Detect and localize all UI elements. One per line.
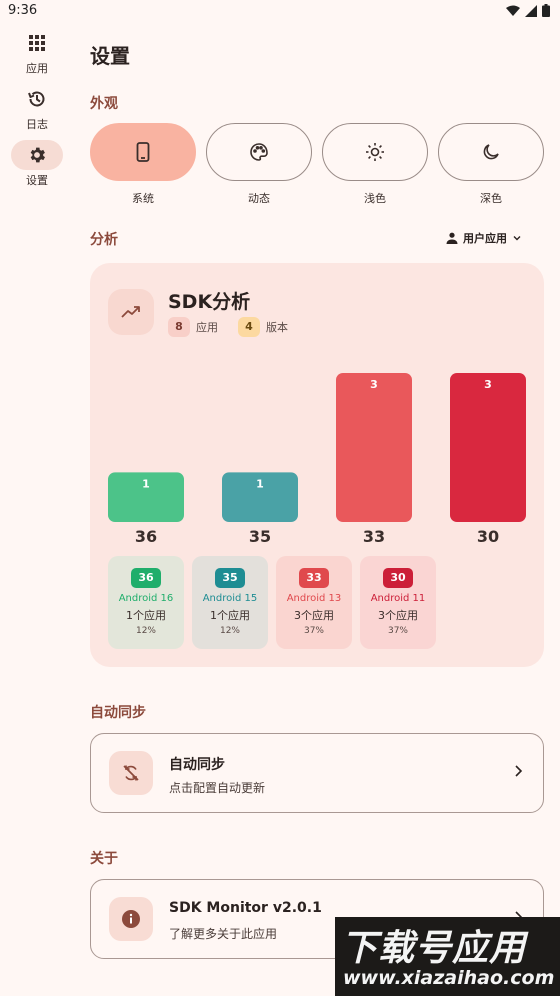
theme-dynamic-button[interactable] <box>206 123 312 181</box>
android-version-label: Android 11 <box>370 593 426 604</box>
app-filter-label: 用户应用 <box>463 232 507 245</box>
nav-item-apps-indicator <box>11 28 63 58</box>
status-bar: 9:36 <box>0 0 560 24</box>
theme-system-label: 系统 <box>132 192 154 205</box>
chevron-right-icon <box>515 765 523 777</box>
nav-item-logs[interactable]: 日志 <box>10 84 64 134</box>
page-title: 设置 <box>90 44 130 68</box>
theme-dynamic-label: 动态 <box>248 192 270 205</box>
android-version-label: Android 13 <box>286 593 342 604</box>
palette-icon <box>250 143 268 161</box>
chevron-down-icon <box>513 236 521 241</box>
android-version-label: Android 16 <box>118 593 174 604</box>
status-time: 9:36 <box>8 3 38 18</box>
nav-item-label: 日志 <box>26 118 48 131</box>
percent-label: 12% <box>219 626 240 636</box>
sdk-analysis-card: SDK分析 8 应用 4 版本 1 36 1 35 3 33 3 30 36 Android 1… <box>90 263 544 667</box>
sun-icon <box>366 143 384 161</box>
app-count-label: 1个应用 <box>126 609 166 622</box>
theme-light-button[interactable] <box>322 123 428 181</box>
auto-sync-subtitle: 点击配置自动更新 <box>169 781 266 795</box>
moon-icon <box>483 144 499 160</box>
auto-sync-section-title: 自动同步 <box>90 705 146 721</box>
percent-label: 37% <box>387 626 408 636</box>
sdk-legend-card-35: 35 Android 15 1个应用 12% <box>192 556 268 649</box>
nav-item-settings-indicator <box>11 140 63 170</box>
nav-item-label: 设置 <box>26 174 48 187</box>
info-icon-box <box>109 897 153 941</box>
phone-icon <box>136 142 150 162</box>
theme-dark-label: 深色 <box>480 192 502 205</box>
gear-icon <box>30 147 45 163</box>
bar-value-label: 1 <box>142 477 150 490</box>
person-icon <box>446 232 458 244</box>
about-subtitle: 了解更多关于此应用 <box>169 927 278 941</box>
bar-value-label: 3 <box>370 378 378 391</box>
sync-icon-box <box>109 751 153 795</box>
battery-icon <box>542 4 550 17</box>
sdk-level-badge: 33 <box>299 568 329 588</box>
bar-category-label: 36 <box>135 527 157 546</box>
sdk-bar-chart-svg: 136135333330 <box>108 373 526 546</box>
site-watermark: 下载号应用 www.xiazaihao.com <box>335 917 560 996</box>
watermark-url: www.xiazaihao.com <box>343 967 555 989</box>
about-title: SDK Monitor v2.0.1 <box>169 900 322 916</box>
android-version-label: Android 15 <box>202 593 258 604</box>
sdk-legend-card-33: 33 Android 13 3个应用 37% <box>276 556 352 649</box>
app-filter-dropdown[interactable]: 用户应用 <box>446 229 522 247</box>
wifi-icon <box>506 5 520 16</box>
sdk-legend-card-30: 30 Android 11 3个应用 37% <box>360 556 436 649</box>
analysis-section-title: 分析 <box>90 232 118 248</box>
sdk-level-badge: 36 <box>131 568 161 588</box>
watermark-logo-text: 下载号应用 <box>341 928 527 969</box>
nav-item-logs-indicator <box>11 84 63 114</box>
info-icon <box>122 910 140 928</box>
bar-sdk-30 <box>450 373 526 522</box>
theme-dark-button[interactable] <box>438 123 544 181</box>
nav-item-settings[interactable]: 设置 <box>10 140 64 190</box>
sdk-level-badge: 35 <box>215 568 245 588</box>
nav-item-label: 应用 <box>26 62 48 75</box>
app-count-label: 3个应用 <box>378 609 418 622</box>
app-count-label: 1个应用 <box>210 609 250 622</box>
nav-item-apps[interactable]: 应用 <box>10 28 64 78</box>
grid-icon <box>29 35 45 51</box>
percent-label: 12% <box>135 626 156 636</box>
status-icons <box>506 4 550 17</box>
signal-icon <box>525 4 537 17</box>
bar-category-label: 30 <box>477 527 499 546</box>
bar-category-label: 33 <box>363 527 385 546</box>
sync-disabled-icon <box>123 765 139 781</box>
bar-sdk-33 <box>336 373 412 522</box>
auto-sync-card[interactable]: 自动同步 点击配置自动更新 <box>90 733 544 813</box>
bar-value-label: 3 <box>484 378 492 391</box>
app-count-label: 3个应用 <box>294 609 334 622</box>
history-icon <box>28 91 45 107</box>
percent-label: 37% <box>303 626 324 636</box>
bar-value-label: 1 <box>256 477 264 490</box>
about-section-title: 关于 <box>90 851 118 867</box>
sdk-level-badge: 30 <box>383 568 413 588</box>
theme-system-button[interactable] <box>90 123 196 181</box>
sdk-legend-card-36: 36 Android 16 1个应用 12% <box>108 556 184 649</box>
theme-light-label: 浅色 <box>364 192 386 205</box>
theme-selector: 系统 动态 浅色 深色 <box>90 123 546 211</box>
appearance-section-title: 外观 <box>90 96 118 112</box>
bar-category-label: 35 <box>249 527 271 546</box>
auto-sync-title: 自动同步 <box>169 757 225 773</box>
